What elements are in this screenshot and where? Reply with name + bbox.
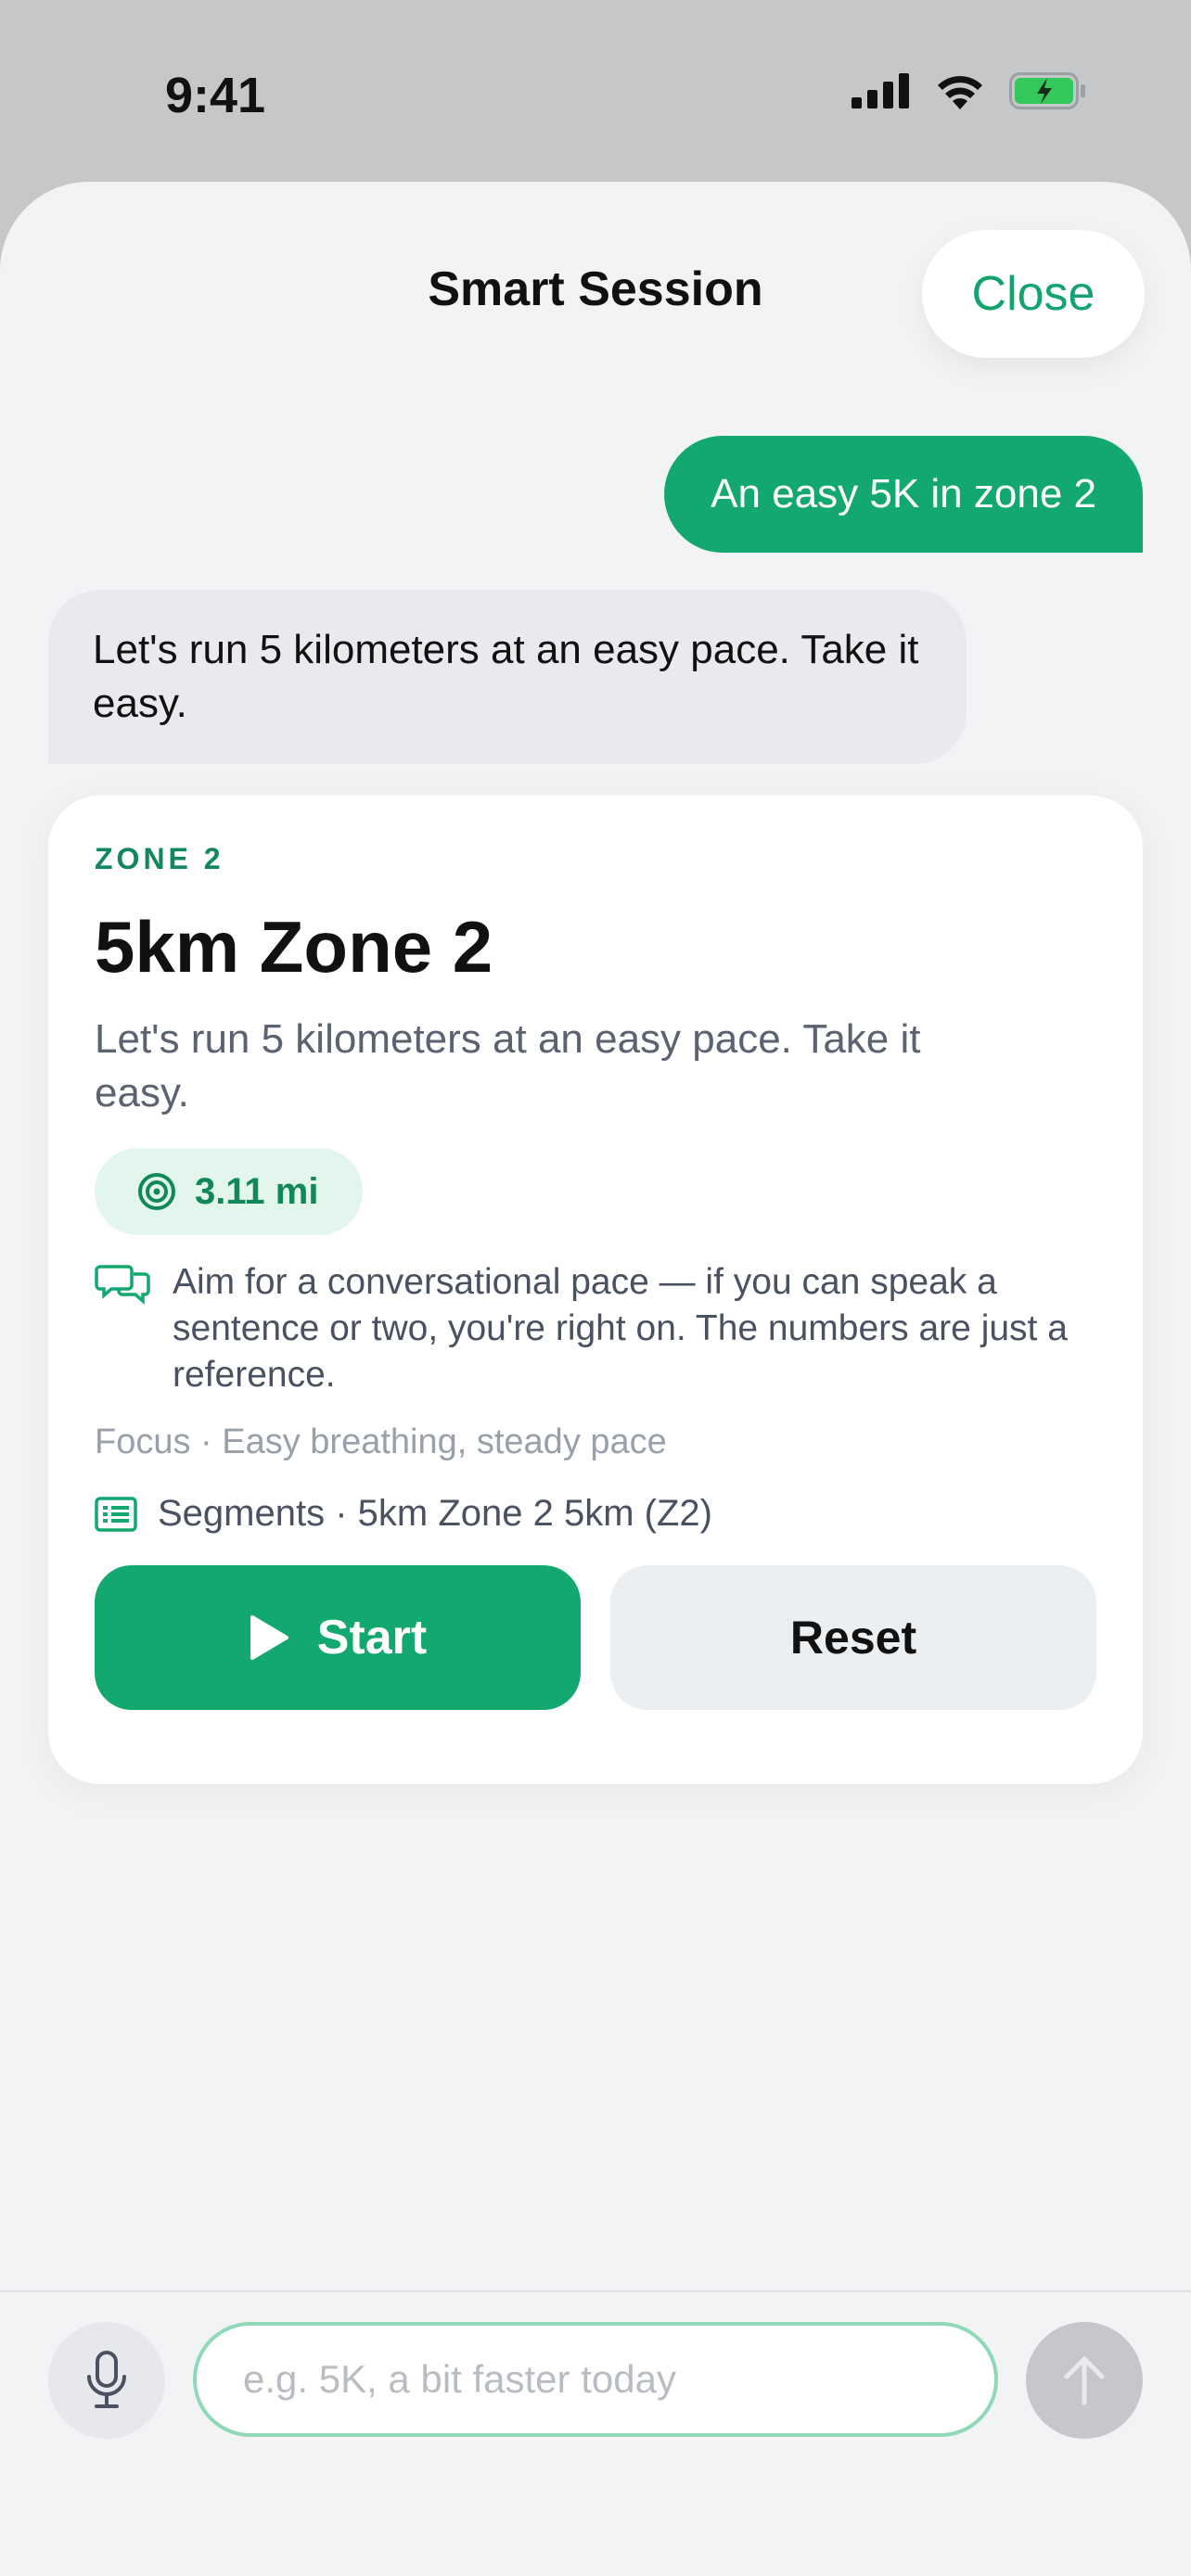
smart-session-sheet: Smart Session Close An easy 5K in zone 2… — [0, 182, 1191, 2576]
segments-row: Segments · 5km Zone 2 5km (Z2) — [95, 1493, 712, 1535]
target-icon — [138, 1173, 175, 1210]
segments-text: Segments · 5km Zone 2 5km (Z2) — [158, 1493, 712, 1534]
close-button[interactable]: Close — [922, 230, 1145, 358]
arrow-up-icon — [1064, 2356, 1105, 2405]
pace-tip: Aim for a conversational pace — if you c… — [95, 1259, 1096, 1398]
workout-card: ZONE 2 5km Zone 2 Let's run 5 kilometers… — [48, 796, 1143, 1784]
status-time: 9:41 — [165, 68, 266, 123]
wifi-icon — [938, 76, 982, 109]
focus-text: Focus · Easy breathing, steady pace — [95, 1422, 667, 1461]
cellular-signal-icon — [852, 73, 909, 108]
status-bar: 9:41 — [0, 0, 1191, 185]
workout-zone-label: ZONE 2 — [95, 842, 224, 875]
microphone-button[interactable] — [48, 2322, 165, 2439]
distance-chip: 3.11 mi — [95, 1148, 364, 1235]
workout-description: Let's run 5 kilometers at an easy pace. … — [95, 1016, 921, 1116]
pace-tip-text: Aim for a conversational pace — if you c… — [173, 1262, 1068, 1395]
composer-bar — [0, 2290, 1191, 2576]
session-prompt-input[interactable] — [241, 2356, 950, 2403]
battery-charging-icon — [1009, 72, 1085, 109]
workout-title: 5km Zone 2 — [95, 906, 493, 988]
list-icon — [95, 1496, 137, 1532]
send-button[interactable] — [1026, 2322, 1143, 2439]
reset-button[interactable]: Reset — [610, 1565, 1096, 1710]
start-button-label: Start — [316, 1611, 428, 1664]
session-input-wrapper — [193, 2322, 998, 2437]
distance-value: 3.11 mi — [195, 1170, 319, 1212]
play-icon — [250, 1615, 288, 1660]
status-icons — [852, 72, 1087, 109]
chat-bubbles-icon — [95, 1265, 150, 1305]
microphone-icon — [87, 2351, 126, 2408]
start-button[interactable]: Start — [95, 1565, 581, 1710]
user-message-bubble: An easy 5K in zone 2 — [664, 436, 1143, 553]
assistant-message-bubble: Let's run 5 kilometers at an easy pace. … — [48, 590, 967, 764]
